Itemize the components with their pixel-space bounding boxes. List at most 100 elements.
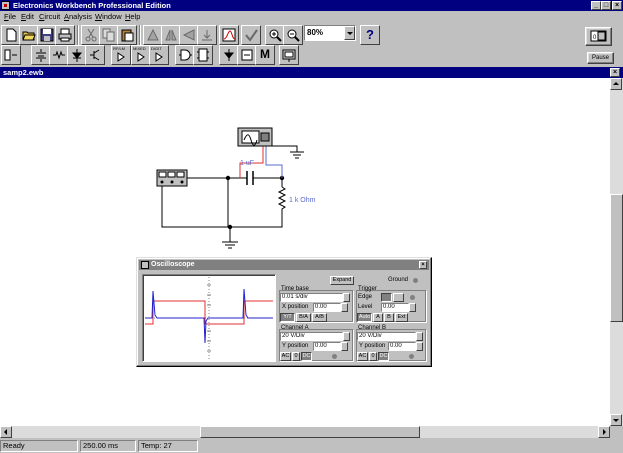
trigger-b-button[interactable]: B	[384, 313, 394, 322]
sources-bin-button[interactable]	[31, 45, 51, 65]
help-button[interactable]: ?	[360, 25, 380, 45]
capacitor[interactable]	[244, 170, 256, 186]
analysis-graphs-button[interactable]	[241, 25, 261, 45]
menu-analysis[interactable]: Analysis	[64, 11, 92, 23]
oscilloscope-close-button[interactable]: ×	[419, 261, 427, 269]
document-close-button[interactable]: ×	[610, 68, 620, 77]
print-button[interactable]	[55, 25, 75, 45]
power-switch[interactable]: 0	[585, 27, 612, 46]
component-properties-button[interactable]	[197, 25, 217, 45]
digital-ics-bin-button[interactable]: DIGIT	[149, 45, 169, 65]
rising-edge-button[interactable]	[381, 293, 392, 302]
channel-b-zero-button[interactable]: 0	[369, 352, 377, 361]
channel-a-scale-field[interactable]: 20 V/Div	[280, 332, 343, 341]
channel-a-zero-button[interactable]: 0	[292, 352, 300, 361]
controls-bin-button[interactable]	[237, 45, 257, 65]
menu-edit[interactable]: Edit	[21, 11, 34, 23]
create-subcircuit-button[interactable]	[219, 25, 239, 45]
menu-circuit[interactable]: Circuit	[39, 11, 60, 23]
ab-mode-button[interactable]: A/B	[312, 313, 327, 322]
function-generator[interactable]	[157, 170, 187, 186]
zoom-out-button[interactable]	[283, 25, 303, 45]
level-field[interactable]: 0.00	[381, 303, 409, 312]
scroll-right-button[interactable]	[598, 426, 610, 438]
channel-a-ac-button[interactable]: AC	[280, 352, 291, 361]
mixed-ics-bin-button[interactable]: MIXED	[131, 45, 151, 65]
timebase-spinner[interactable]	[343, 293, 350, 302]
oscilloscope-title-bar[interactable]: Oscilloscope ×	[139, 260, 429, 270]
channel-b-ac-button[interactable]: AC	[357, 352, 368, 361]
timebase-field[interactable]: 0.01 s/div	[280, 293, 343, 302]
basic-bin-button[interactable]	[49, 45, 69, 65]
analog-ics-bin-button[interactable]: RF/LM	[111, 45, 131, 65]
channel-b-scale-field[interactable]: 20 V/Div	[357, 332, 416, 341]
window-title: Electronics Workbench Professional Editi…	[13, 1, 171, 10]
expand-button[interactable]: Expand	[330, 276, 354, 285]
menu-help[interactable]: Help	[125, 11, 140, 23]
horizontal-scrollbar[interactable]	[0, 426, 610, 438]
zoom-value: 80%	[307, 28, 324, 37]
trigger-a-button[interactable]: A	[373, 313, 383, 322]
indicators-bin-button[interactable]	[219, 45, 239, 65]
menu-window[interactable]: Window	[95, 11, 122, 23]
channel-b-terminal[interactable]	[409, 354, 414, 359]
pause-button[interactable]: Pause	[587, 52, 614, 64]
graph-icon	[222, 28, 236, 42]
transistors-bin-button[interactable]	[85, 45, 105, 65]
misc-bin-button[interactable]: M	[255, 45, 275, 65]
falling-edge-button[interactable]	[393, 293, 404, 302]
app-icon[interactable]	[1, 1, 10, 10]
new-button[interactable]	[1, 25, 21, 45]
scroll-left-button[interactable]	[0, 426, 12, 438]
xposition-field[interactable]: 0.00	[313, 303, 341, 312]
zoom-select[interactable]: 80%	[304, 25, 356, 41]
diodes-bin-button[interactable]	[67, 45, 87, 65]
resistor[interactable]	[277, 186, 289, 216]
scroll-down-button[interactable]	[610, 414, 622, 426]
vertical-scrollbar[interactable]	[610, 78, 623, 426]
trigger-ext-button[interactable]: Ext	[395, 313, 408, 322]
channel-b-ypos-field[interactable]: 0.00	[388, 342, 416, 351]
flip-horizontal-button[interactable]	[161, 25, 181, 45]
ext-trigger-terminal[interactable]	[410, 295, 415, 300]
cut-button[interactable]	[81, 25, 101, 45]
ba-mode-button[interactable]: B/A	[296, 313, 311, 322]
xposition-spinner[interactable]	[341, 303, 348, 312]
chevron-down-icon[interactable]	[344, 26, 355, 40]
close-button[interactable]: ×	[612, 1, 622, 10]
channel-a-dc-button[interactable]: DC	[301, 352, 312, 361]
paste-button[interactable]	[117, 25, 137, 45]
maximize-button[interactable]: □	[601, 1, 611, 10]
trigger-auto-button[interactable]: Auto	[357, 313, 372, 322]
channel-a-ypos-spinner[interactable]	[341, 342, 348, 351]
status-bar: Ready 250.00 ms Temp: 27	[0, 438, 623, 453]
channel-a-terminal[interactable]	[332, 354, 337, 359]
channel-a-ypos-field[interactable]: 0.00	[313, 342, 341, 351]
scroll-up-button[interactable]	[610, 78, 622, 90]
circuit-canvas[interactable]	[0, 78, 610, 426]
ground-terminal[interactable]	[413, 278, 418, 283]
level-spinner[interactable]	[409, 303, 416, 312]
copy-button[interactable]	[99, 25, 119, 45]
open-button[interactable]	[19, 25, 39, 45]
save-button[interactable]	[37, 25, 57, 45]
logic-gates-bin-button[interactable]	[175, 45, 195, 65]
horizontal-scroll-thumb[interactable]	[200, 426, 420, 438]
zoom-in-button[interactable]	[265, 25, 285, 45]
channel-a-scale-spinner[interactable]	[343, 332, 350, 341]
yt-mode-button[interactable]: Y/T	[280, 313, 295, 322]
document-title: samp2.ewb	[3, 68, 44, 77]
rotate-button[interactable]	[143, 25, 163, 45]
flip-vertical-button[interactable]	[179, 25, 199, 45]
channel-b-ypos-spinner[interactable]	[416, 342, 423, 351]
oscilloscope-instrument[interactable]	[238, 128, 272, 146]
digital-bin-button[interactable]	[193, 45, 213, 65]
vertical-scroll-thumb[interactable]	[610, 194, 623, 322]
menu-file[interactable]: File	[4, 11, 16, 23]
favorites-bin-button[interactable]	[1, 45, 21, 65]
channel-b-dc-button[interactable]: DC	[378, 352, 389, 361]
instruments-bin-button[interactable]	[279, 45, 299, 65]
check-icon	[245, 29, 258, 42]
channel-b-scale-spinner[interactable]	[416, 332, 423, 341]
minimize-button[interactable]: _	[591, 1, 601, 10]
